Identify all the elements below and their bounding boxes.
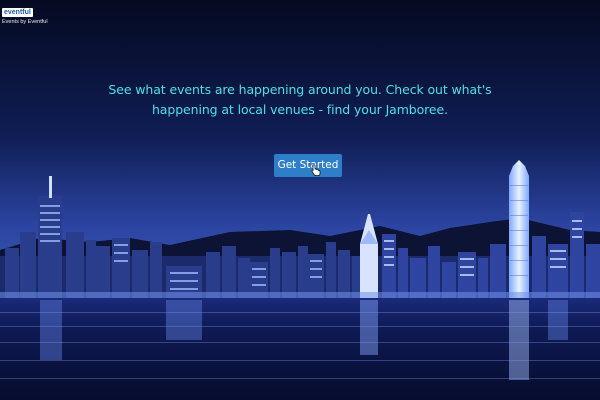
hand-pointer-cursor-icon bbox=[311, 164, 321, 176]
brand-subtitle: Events by Eventful bbox=[2, 19, 48, 25]
headline-line-2: happening at local venues - find your Ja… bbox=[151, 102, 448, 117]
landing-page: eventful Events by Eventful See what eve… bbox=[0, 0, 600, 400]
eventful-logo[interactable]: eventful bbox=[2, 8, 33, 17]
headline-line-1: See what events are happening around you… bbox=[108, 82, 492, 97]
city-skyline-background bbox=[0, 0, 600, 400]
hero-headline: See what events are happening around you… bbox=[100, 80, 500, 120]
get-started-button[interactable]: Get Started bbox=[274, 154, 342, 177]
brand: eventful Events by Eventful bbox=[2, 1, 48, 26]
